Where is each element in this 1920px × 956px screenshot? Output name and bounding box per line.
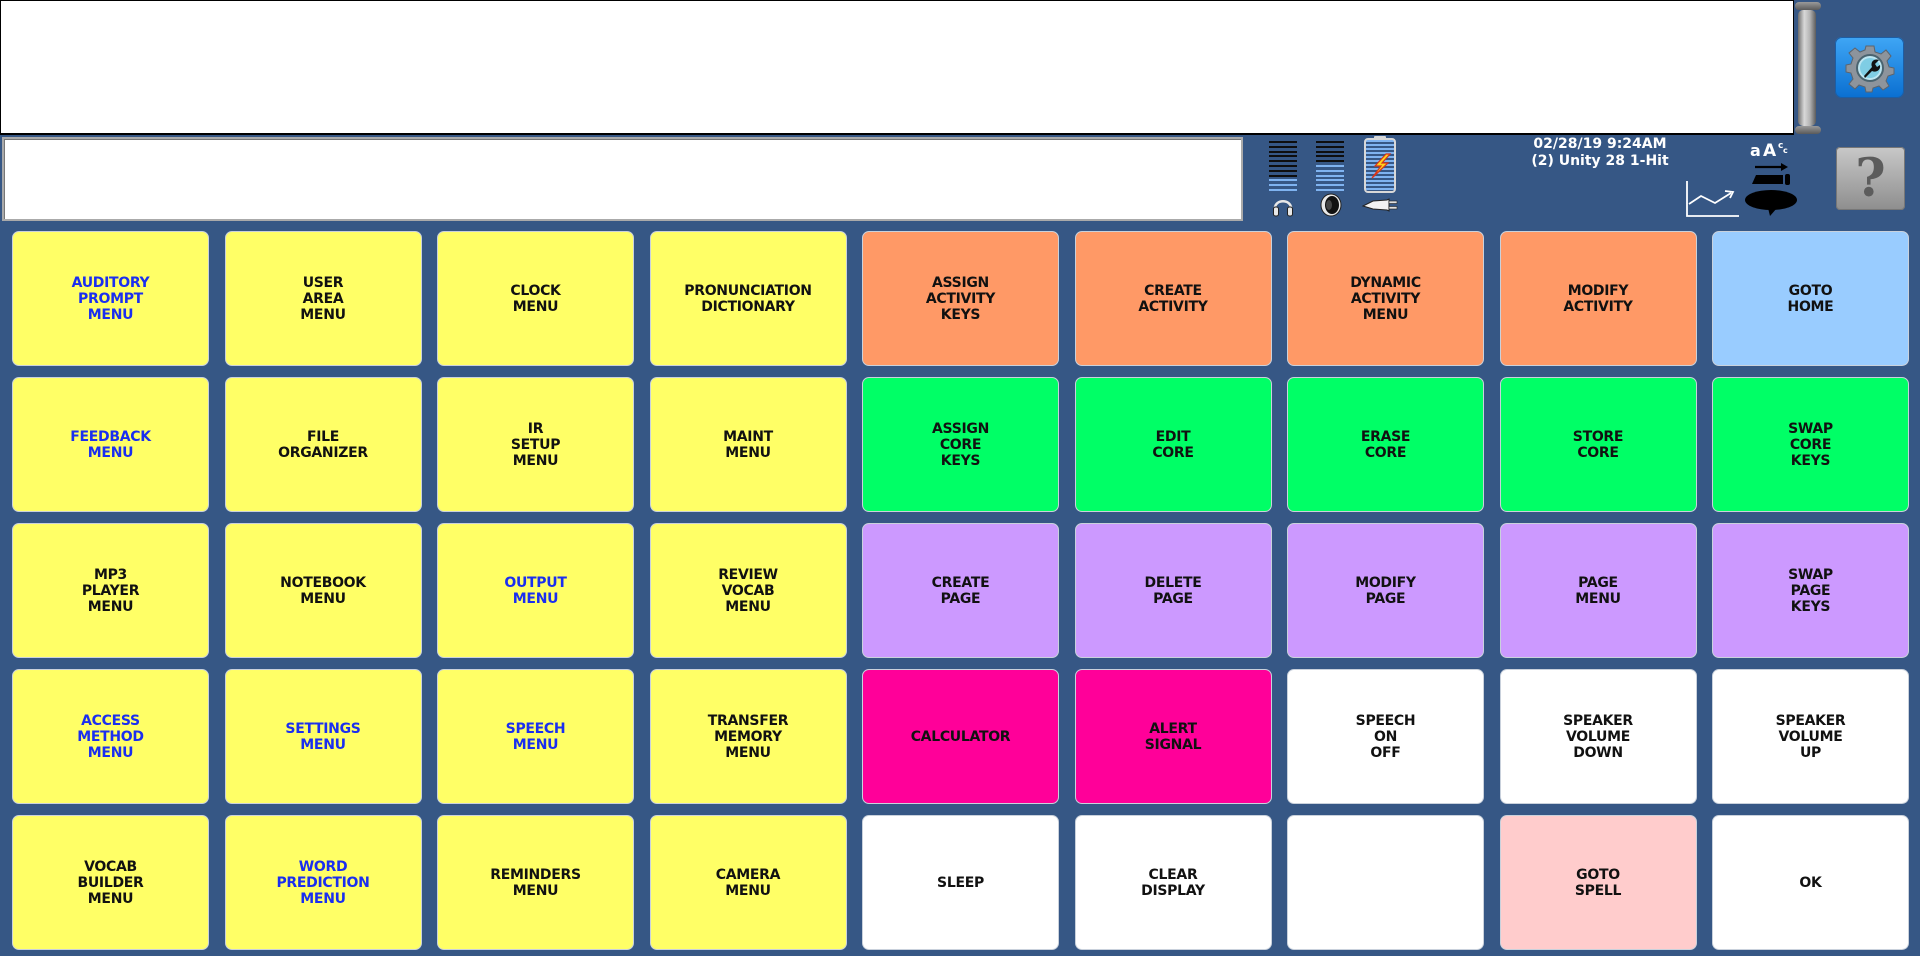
keyboard-icon <box>1752 174 1790 185</box>
key-reminders-menu[interactable]: REMINDERS MENU <box>437 815 634 950</box>
settings-button[interactable] <box>1835 37 1904 98</box>
meter-bar <box>1316 188 1344 191</box>
key-grid: AUDITORY PROMPT MENU USER AREA MENU CLOCK … <box>12 231 1909 950</box>
key-create-page[interactable]: CREATE PAGE <box>862 523 1059 658</box>
help-button[interactable]: ? <box>1836 147 1905 210</box>
key-goto-spell[interactable]: GOTO SPELL <box>1499 815 1697 950</box>
status-text: 02/28/19 9:24AM (2) Unity 28 1-Hit <box>1520 136 1680 170</box>
key-speaker-volume-up[interactable]: SPEAKER VOLUME UP <box>1712 669 1909 804</box>
key-assign-core-keys[interactable]: ASSIGN CORE KEYS <box>862 377 1059 512</box>
key-alert-signal[interactable]: ALERT SIGNAL <box>1074 669 1272 804</box>
datetime-label: 02/28/19 9:24AM <box>1533 136 1667 152</box>
text-case-icon: a A c c <box>1750 141 1788 161</box>
right-arrow-icon <box>1755 163 1788 171</box>
question-mark-icon: ? <box>1855 148 1886 209</box>
key-dynamic-activity-menu[interactable]: DYNAMIC ACTIVITY MENU <box>1287 231 1484 366</box>
meter-bar <box>1316 155 1344 158</box>
key-review-vocab-menu[interactable]: REVIEW VOCAB MENU <box>649 523 847 658</box>
key-goto-home[interactable]: GOTO HOME <box>1712 231 1909 366</box>
lightning-bolt-icon <box>1371 153 1392 179</box>
key-transfer-memory-menu[interactable]: TRANSFER MEMORY MENU <box>649 669 847 804</box>
meter-bar <box>1316 145 1344 148</box>
meter-bar <box>1269 174 1297 177</box>
key-file-organizer[interactable]: FILE ORGANIZER <box>224 377 422 512</box>
svg-text:c: c <box>1783 146 1788 155</box>
meter-bar <box>1316 179 1344 182</box>
key-modify-page[interactable]: MODIFY PAGE <box>1287 523 1484 658</box>
key-speech-on-off[interactable]: SPEECH ON OFF <box>1287 669 1484 804</box>
key-clock-menu[interactable]: CLOCK MENU <box>437 231 634 366</box>
headphones-icon <box>1269 193 1297 217</box>
key-ir-setup-menu[interactable]: IR SETUP MENU <box>437 377 634 512</box>
scrollbar-bottom-cap <box>1795 126 1821 134</box>
meter-bar <box>1269 179 1297 182</box>
meter-bar <box>1269 169 1297 172</box>
key-assign-activity-keys[interactable]: ASSIGN ACTIVITY KEYS <box>862 231 1059 366</box>
key-blank[interactable] <box>1287 815 1484 950</box>
key-auditory-prompt-menu[interactable]: AUDITORY PROMPT MENU <box>12 231 209 366</box>
message-window[interactable] <box>0 0 1794 135</box>
meter-bar <box>1269 184 1297 187</box>
key-maint-menu[interactable]: MAINT MENU <box>649 377 847 512</box>
key-settings-menu[interactable]: SETTINGS MENU <box>224 669 422 804</box>
meter-bar <box>1316 174 1344 177</box>
battery-nub <box>1374 136 1386 139</box>
key-sleep[interactable]: SLEEP <box>862 815 1059 950</box>
headphone-volume-meter <box>1269 141 1297 191</box>
scrollbar-top-cap <box>1795 2 1821 10</box>
key-word-prediction-menu[interactable]: WORD PREDICTION MENU <box>224 815 422 950</box>
meter-bar <box>1316 160 1344 163</box>
meter-bar <box>1316 150 1344 153</box>
key-feedback-menu[interactable]: FEEDBACK MENU <box>12 377 209 512</box>
battery-charging-icon <box>1364 136 1396 193</box>
speech-bubble-icon <box>1745 190 1797 216</box>
meter-bar <box>1316 141 1344 143</box>
svg-text:a: a <box>1750 141 1761 160</box>
scrollbar-thumb[interactable] <box>1798 10 1816 126</box>
meter-bar <box>1269 155 1297 158</box>
speaker-volume-meter <box>1316 141 1344 191</box>
key-calculator[interactable]: CALCULATOR <box>862 669 1059 804</box>
line-chart-icon <box>1686 181 1739 217</box>
key-swap-page-keys[interactable]: SWAP PAGE KEYS <box>1712 523 1909 658</box>
key-access-method-menu[interactable]: ACCESS METHOD MENU <box>12 669 209 804</box>
meter-bar <box>1269 145 1297 148</box>
access-indicator: a A c c <box>1685 138 1810 220</box>
key-create-activity[interactable]: CREATE ACTIVITY <box>1074 231 1272 366</box>
meter-bar <box>1316 164 1344 167</box>
power-plug-icon <box>1361 193 1401 217</box>
key-user-area-menu[interactable]: USER AREA MENU <box>224 231 422 366</box>
message-window-scrollbar[interactable] <box>1795 2 1821 134</box>
speaker-icon <box>1316 193 1344 217</box>
meter-bar <box>1269 160 1297 163</box>
key-ok[interactable]: OK <box>1712 815 1909 950</box>
key-delete-page[interactable]: DELETE PAGE <box>1074 523 1272 658</box>
vocabulary-label: (2) Unity 28 1-Hit <box>1531 153 1669 169</box>
key-speech-menu[interactable]: SPEECH MENU <box>437 669 634 804</box>
key-edit-core[interactable]: EDIT CORE <box>1074 377 1272 512</box>
meter-bar <box>1316 169 1344 172</box>
svg-text:A: A <box>1763 141 1777 161</box>
meter-bar <box>1269 141 1297 143</box>
key-pronunciation-dictionary[interactable]: PRONUNCIATION DICTIONARY <box>649 231 847 366</box>
key-mp3-player-menu[interactable]: MP3 PLAYER MENU <box>12 523 209 658</box>
meter-bar <box>1269 150 1297 153</box>
key-vocab-builder-menu[interactable]: VOCAB BUILDER MENU <box>12 815 209 950</box>
key-page-menu[interactable]: PAGE MENU <box>1499 523 1697 658</box>
key-notebook-menu[interactable]: NOTEBOOK MENU <box>224 523 422 658</box>
secondary-input[interactable] <box>2 137 1243 221</box>
key-erase-core[interactable]: ERASE CORE <box>1287 377 1484 512</box>
key-swap-core-keys[interactable]: SWAP CORE KEYS <box>1712 377 1909 512</box>
key-store-core[interactable]: STORE CORE <box>1499 377 1697 512</box>
key-output-menu[interactable]: OUTPUT MENU <box>437 523 634 658</box>
meter-bar <box>1316 184 1344 187</box>
key-modify-activity[interactable]: MODIFY ACTIVITY <box>1499 231 1697 366</box>
key-camera-menu[interactable]: CAMERA MENU <box>649 815 847 950</box>
key-clear-display[interactable]: CLEAR DISPLAY <box>1074 815 1272 950</box>
meter-bar <box>1269 188 1297 191</box>
gear-wrench-icon <box>1845 45 1894 92</box>
meter-bar <box>1269 164 1297 167</box>
key-speaker-volume-down[interactable]: SPEAKER VOLUME DOWN <box>1499 669 1697 804</box>
